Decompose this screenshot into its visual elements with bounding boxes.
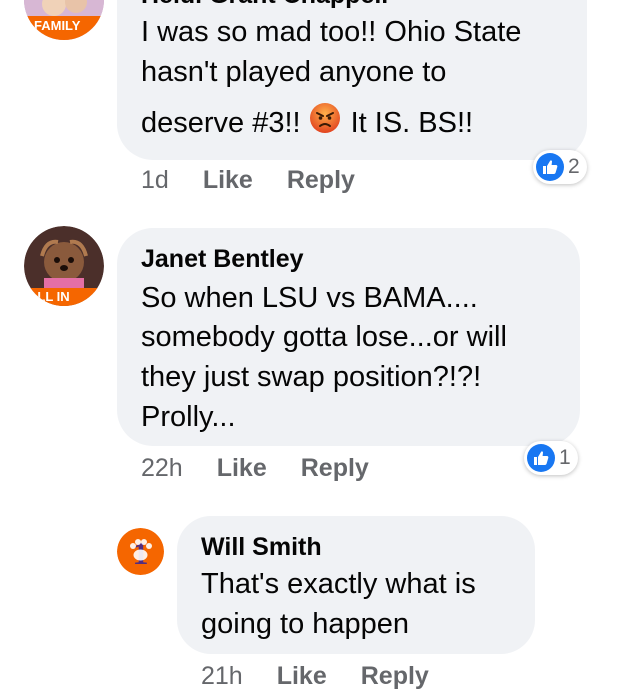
angry-face-icon [309, 102, 341, 146]
reaction-count: 2 [568, 155, 580, 178]
reply-button[interactable]: Reply [287, 166, 355, 195]
comment-meta: 22h Like Reply [141, 454, 369, 483]
comment-text-segment: deserve #3!! [141, 107, 301, 139]
avatar[interactable]: FAMILY [24, 0, 104, 40]
comment-text-line: they just swap position?!?! [141, 361, 482, 393]
reaction-summary[interactable]: 1 [524, 441, 578, 475]
reply-author[interactable]: Will Smith [201, 532, 322, 562]
avatar[interactable]: 1 [117, 528, 164, 575]
comment-bubble: Heidi Grant Chappell I was so mad too!! … [117, 0, 587, 160]
comment-author[interactable]: Janet Bentley [141, 244, 304, 274]
comment-text-segment: It IS. BS!! [350, 107, 474, 139]
comment-bubble: Janet Bentley So when LSU vs BAMA.... so… [117, 228, 580, 446]
like-reaction-icon [527, 444, 555, 472]
comment-meta: 1d Like Reply [141, 166, 355, 195]
reply-bubble: Will Smith That's exactly what is going … [177, 516, 535, 654]
comment-text-line: somebody gotta lose...or will [141, 321, 507, 353]
reaction-count: 1 [559, 446, 571, 469]
reply-text-line: That's exactly what is [201, 568, 476, 600]
reply-button[interactable]: Reply [361, 662, 429, 691]
like-button[interactable]: Like [217, 454, 267, 483]
comment-author[interactable]: Heidi Grant Chappell [141, 0, 388, 10]
comment-timestamp[interactable]: 22h [141, 454, 183, 483]
comment-text-line: I was so mad too!! Ohio State [141, 16, 522, 48]
like-reaction-icon [536, 153, 564, 181]
comment-text-line: hasn't played anyone to [141, 56, 447, 88]
reply-timestamp[interactable]: 21h [201, 662, 243, 691]
comment-thread: FAMILY Heidi Grant Chappell I was so mad… [0, 0, 639, 697]
comment-text-line: deserve #3!! It IS. BS!! [141, 102, 473, 146]
avatar-label: ALL IN [28, 289, 70, 304]
like-button[interactable]: Like [277, 662, 327, 691]
reply-text-line: going to happen [201, 608, 410, 640]
reply-meta: 21h Like Reply [201, 662, 429, 691]
reply-button[interactable]: Reply [301, 454, 369, 483]
comment-timestamp[interactable]: 1d [141, 166, 169, 195]
avatar-label: FAMILY [34, 18, 81, 33]
avatar[interactable]: ALL IN [24, 226, 104, 306]
comment-text-line: Prolly... [141, 401, 236, 433]
reaction-summary[interactable]: 2 [533, 150, 587, 184]
clemson-paw-icon: 1 [117, 528, 164, 575]
comment-text-line: So when LSU vs BAMA.... [141, 282, 478, 314]
like-button[interactable]: Like [203, 166, 253, 195]
